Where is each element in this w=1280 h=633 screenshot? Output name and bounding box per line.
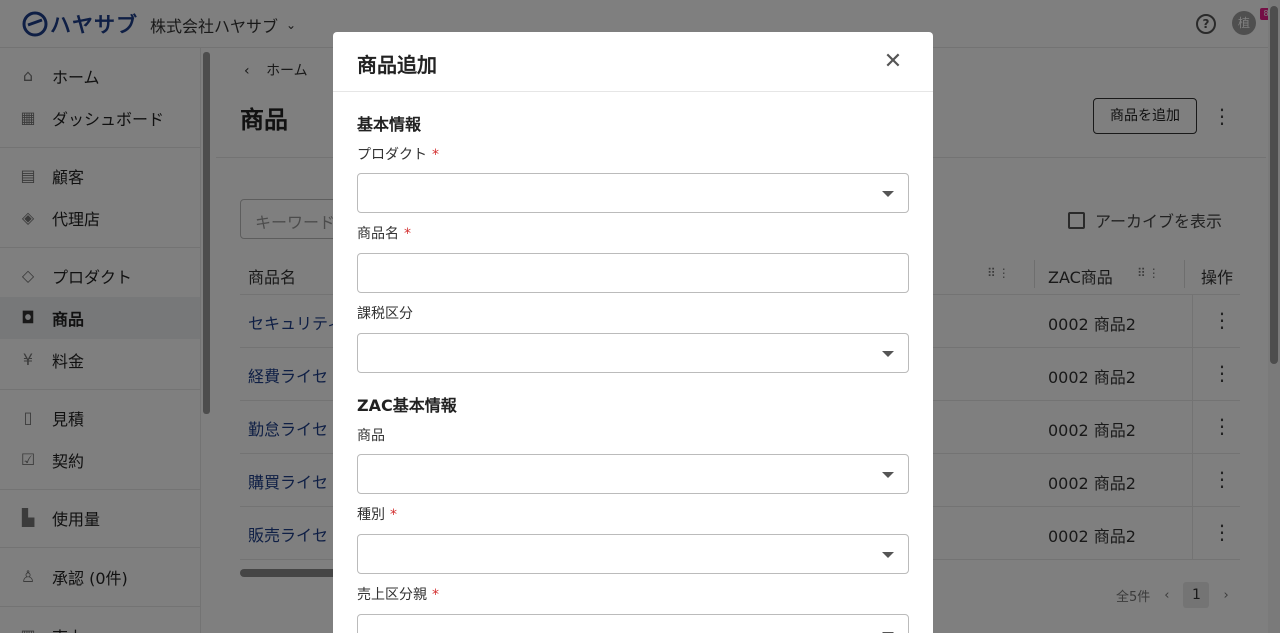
field-label-tax: 課税区分 (357, 306, 413, 322)
dialog-title: 商品追加 (357, 53, 437, 77)
section-basic-info: 基本情報 (357, 115, 422, 134)
field-label-product: プロダクト * (357, 147, 439, 163)
field-label-sales-parent: 売上区分親 * (357, 587, 439, 603)
add-item-dialog: 商品追加 ✕ 基本情報 プロダクト * 商品名 * 課税区分 ZAC基本情報 商品 … (333, 32, 933, 633)
section-zac-info: ZAC基本情報 (357, 396, 457, 415)
caret-down-icon (882, 552, 894, 558)
caret-down-icon (882, 472, 894, 478)
caret-down-icon (882, 191, 894, 197)
tax-category-select[interactable] (357, 333, 909, 373)
item-name-input[interactable] (357, 253, 909, 293)
field-label-zac-product: 商品 (357, 428, 385, 444)
field-label-item-name: 商品名 * (357, 226, 411, 242)
zac-product-select[interactable] (357, 454, 909, 494)
close-icon[interactable]: ✕ (881, 50, 905, 74)
product-select[interactable] (357, 173, 909, 213)
field-label-kind: 種別 * (357, 507, 397, 523)
caret-down-icon (882, 351, 894, 357)
sales-parent-select[interactable] (357, 614, 909, 633)
kind-select[interactable] (357, 534, 909, 574)
dialog-divider (333, 91, 933, 92)
